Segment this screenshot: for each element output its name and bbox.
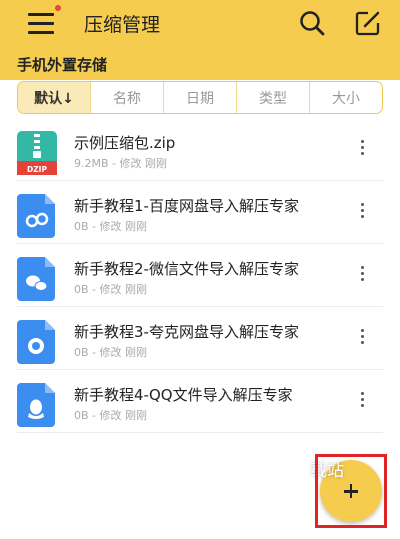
file-meta: 9.2MB - 修改 刚刚 <box>74 155 167 171</box>
sort-tab-date[interactable]: 日期 <box>163 82 236 113</box>
storage-title: 手机外置存储 <box>17 56 108 74</box>
modified-label: 修改 <box>119 157 142 170</box>
row-divider <box>17 180 383 181</box>
file-size: 0B <box>74 283 89 296</box>
file-meta: 0B - 修改 刚刚 <box>74 344 147 360</box>
file-meta: 0B - 修改 刚刚 <box>74 407 147 423</box>
file-size: 0B <box>74 409 89 422</box>
top-app-bar: 压缩管理 <box>0 0 400 46</box>
modified-time: 刚刚 <box>125 283 148 296</box>
more-options-icon[interactable] <box>352 135 374 159</box>
more-options-icon[interactable] <box>352 261 374 285</box>
modified-time: 刚刚 <box>125 346 148 359</box>
modified-time: 刚刚 <box>125 220 148 233</box>
modified-time: 刚刚 <box>145 157 168 170</box>
search-icon[interactable] <box>298 9 326 37</box>
file-row[interactable]: 新手教程3-夸克网盘导入解压专家 0B - 修改 刚刚 <box>0 318 400 380</box>
modified-label: 修改 <box>99 346 122 359</box>
storage-section-header: 手机外置存储 <box>0 46 400 80</box>
more-options-icon[interactable] <box>352 387 374 411</box>
zip-icon-label: DZIP <box>27 165 47 174</box>
modified-label: 修改 <box>99 283 122 296</box>
modified-label: 修改 <box>99 409 122 422</box>
sort-tab-default[interactable]: 默认↓ <box>18 82 90 113</box>
modified-label: 修改 <box>99 220 122 233</box>
meta-separator: - <box>92 283 97 296</box>
zip-archive-icon: DZIP <box>17 131 57 175</box>
file-name: 新手教程2-微信文件导入解压专家 <box>74 260 299 278</box>
row-divider <box>17 369 383 370</box>
baidu-netdisk-file-icon <box>17 194 57 238</box>
modified-time: 刚刚 <box>125 409 148 422</box>
file-name: 新手教程4-QQ文件导入解压专家 <box>74 386 293 404</box>
sort-tab-name[interactable]: 名称 <box>90 82 163 113</box>
more-options-icon[interactable] <box>352 198 374 222</box>
file-name: 新手教程1-百度网盘导入解压专家 <box>74 197 299 215</box>
sort-tabs: 默认↓ 名称 日期 类型 大小 <box>17 81 383 114</box>
file-meta: 0B - 修改 刚刚 <box>74 218 147 234</box>
file-size: 0B <box>74 220 89 233</box>
quark-file-icon <box>17 320 57 364</box>
notification-dot <box>55 5 61 11</box>
file-row[interactable]: DZIP 示例压缩包.zip 9.2MB - 修改 刚刚 <box>0 129 400 191</box>
wechat-file-icon <box>17 257 57 301</box>
file-size: 9.2MB <box>74 157 109 170</box>
file-name: 新手教程3-夸克网盘导入解压专家 <box>74 323 299 341</box>
page-title: 压缩管理 <box>84 14 161 36</box>
row-divider <box>17 432 383 433</box>
file-size: 0B <box>74 346 89 359</box>
edit-icon[interactable] <box>354 9 382 37</box>
meta-separator: - <box>92 409 97 422</box>
meta-separator: - <box>92 220 97 233</box>
qq-file-icon <box>17 383 57 427</box>
sort-tab-type[interactable]: 类型 <box>236 82 309 113</box>
file-row[interactable]: 新手教程2-微信文件导入解压专家 0B - 修改 刚刚 <box>0 255 400 317</box>
more-options-icon[interactable] <box>352 324 374 348</box>
file-meta: 0B - 修改 刚刚 <box>74 281 147 297</box>
row-divider <box>17 243 383 244</box>
file-name: 示例压缩包.zip <box>74 134 176 152</box>
meta-separator: - <box>112 157 117 170</box>
meta-separator: - <box>92 346 97 359</box>
row-divider <box>17 306 383 307</box>
highlight-box <box>315 454 387 528</box>
hamburger-menu-icon[interactable] <box>28 10 54 36</box>
sort-tab-size[interactable]: 大小 <box>309 82 382 113</box>
file-row[interactable]: 新手教程4-QQ文件导入解压专家 0B - 修改 刚刚 <box>0 381 400 443</box>
file-row[interactable]: 新手教程1-百度网盘导入解压专家 0B - 修改 刚刚 <box>0 192 400 254</box>
